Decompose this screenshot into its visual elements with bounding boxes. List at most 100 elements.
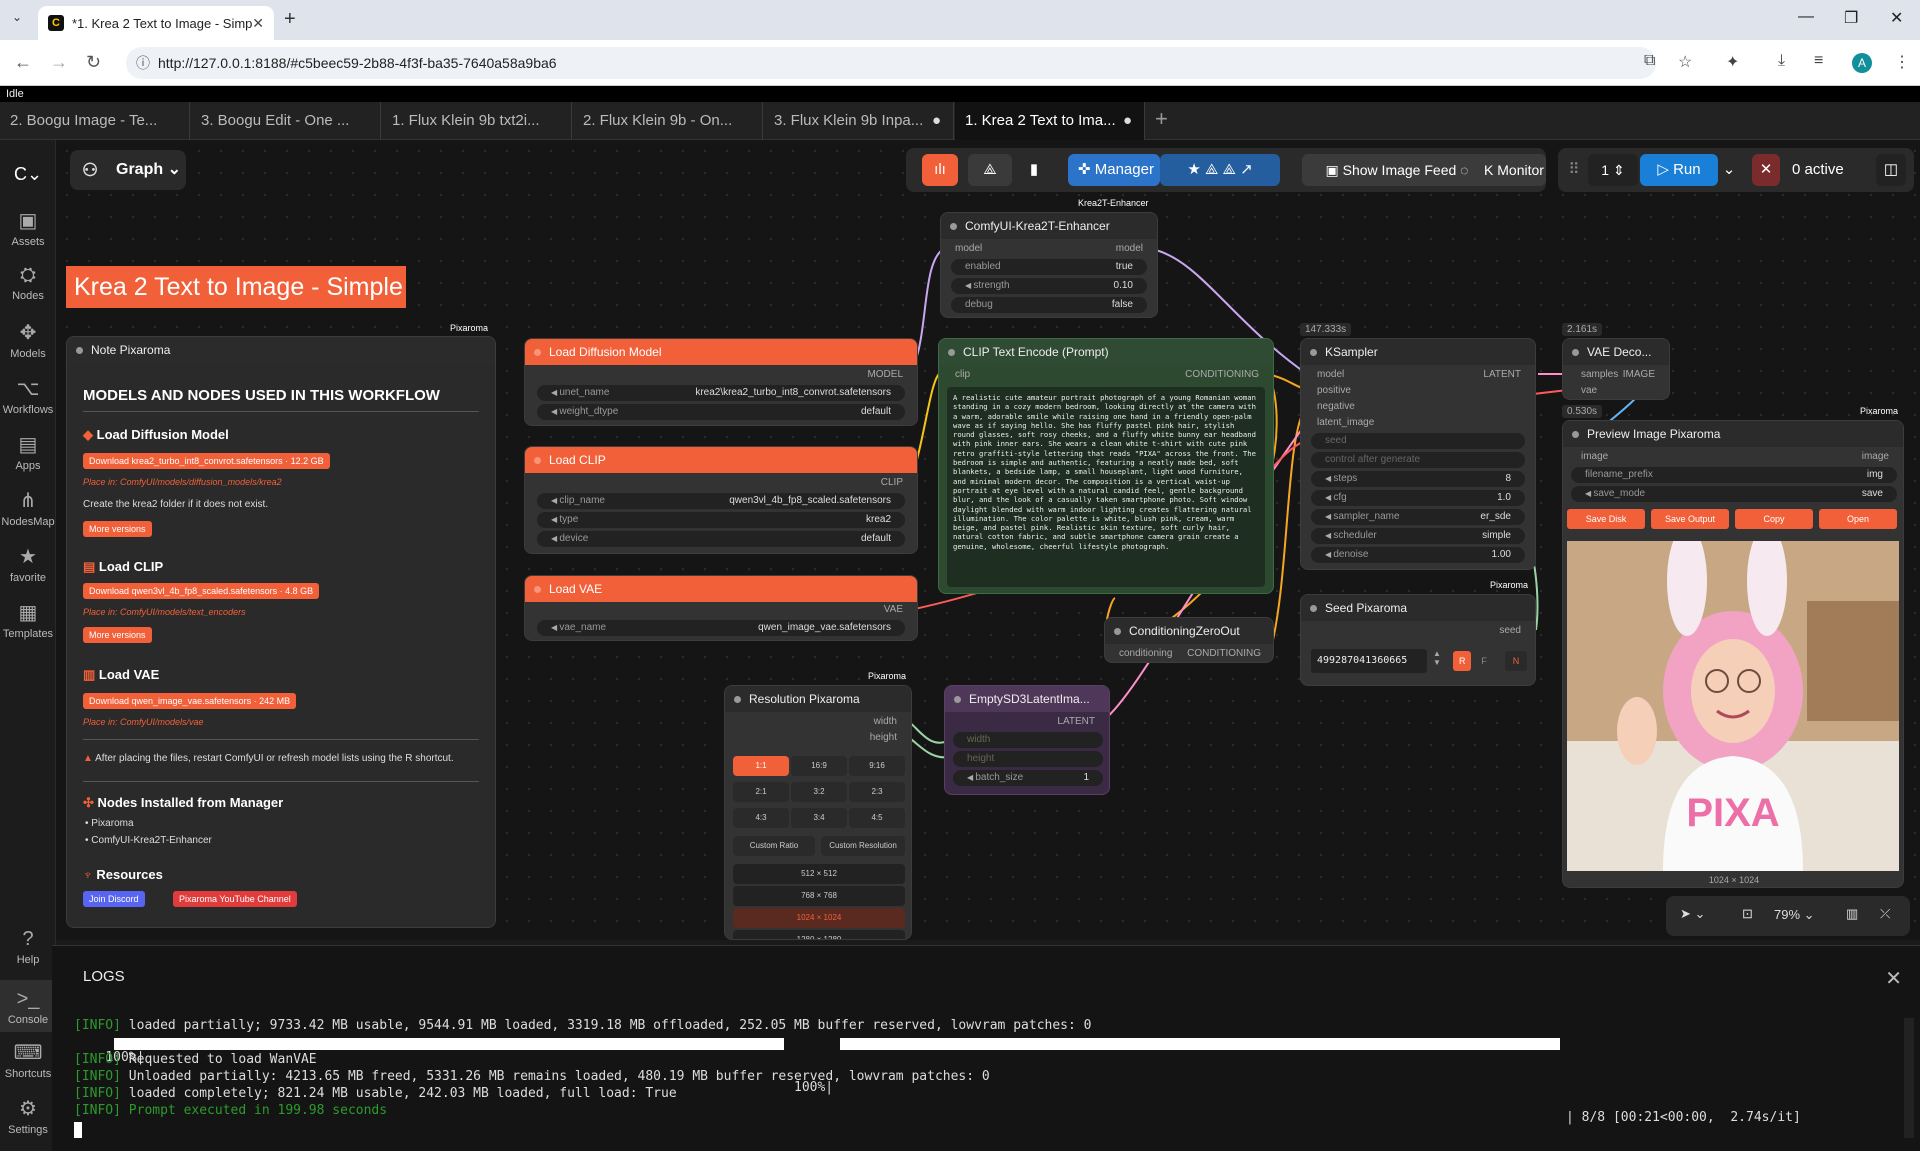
clip-name-select[interactable]: clip_name qwen3vl_4b_fp8_scaled.safetenso… bbox=[537, 493, 905, 509]
graph-mode-button[interactable]: ⚇ Graph ⌄ bbox=[70, 150, 186, 190]
youtube-button[interactable]: Pixaroma YouTube Channel bbox=[173, 891, 297, 907]
ksampler-node[interactable]: KSampler LATENT model positive negative … bbox=[1300, 338, 1536, 570]
more-versions-button[interactable]: More versions bbox=[83, 521, 152, 537]
download-clip-button[interactable]: Download qwen3vl_4b_fp8_scaled.safetenso… bbox=[83, 583, 320, 599]
unet-name-select[interactable]: unet_name krea2\krea2_turbo_int8_convrot.… bbox=[537, 385, 905, 401]
vae-name-select[interactable]: vae_name qwen_image_vae.safetensors bbox=[537, 620, 905, 636]
fixed-seed-button[interactable]: F bbox=[1475, 651, 1493, 671]
seed-widget[interactable]: seed bbox=[1311, 433, 1525, 449]
open-button[interactable]: Open bbox=[1819, 509, 1897, 529]
join-discord-button[interactable]: Join Discord bbox=[83, 891, 145, 907]
output-model[interactable]: MODEL bbox=[867, 369, 903, 380]
input-image[interactable]: image bbox=[1581, 451, 1608, 462]
prompt-textarea[interactable]: A realistic cute amateur portrait photog… bbox=[947, 387, 1265, 587]
clip-device-select[interactable]: device default bbox=[537, 531, 905, 547]
empty-latent-node[interactable]: EmptySD3LatentIma... LATENT width height… bbox=[944, 685, 1110, 795]
manager-button[interactable]: ✜ Manager bbox=[1068, 154, 1160, 186]
fit-view-icon[interactable]: ⊡ bbox=[1742, 906, 1753, 922]
pixaroma-icon[interactable]: ⟁ bbox=[968, 154, 1012, 186]
scheduler-select[interactable]: scheduler simple bbox=[1311, 528, 1525, 544]
output-vae[interactable]: VAE bbox=[884, 604, 903, 615]
output-latent[interactable]: LATENT bbox=[1057, 716, 1095, 727]
control-after-generate[interactable]: control after generate bbox=[1311, 452, 1525, 468]
output-conditioning[interactable]: CONDITIONING bbox=[1187, 648, 1261, 659]
logs-scrollbar[interactable] bbox=[1904, 1018, 1914, 1138]
weight-dtype-select[interactable]: weight_dtype default bbox=[537, 404, 905, 420]
preview-image-node[interactable]: Preview Image Pixaroma image image filen… bbox=[1562, 420, 1904, 888]
custom-resolution-button[interactable]: Custom Resolution bbox=[821, 836, 905, 856]
ratio-1-1[interactable]: 1:1 bbox=[733, 756, 789, 776]
ratio-2-3[interactable]: 2:3 bbox=[849, 782, 905, 802]
run-button[interactable]: ▷ Run bbox=[1640, 154, 1718, 186]
clip-text-encode-node[interactable]: CLIP Text Encode (Prompt) clip CONDITION… bbox=[938, 338, 1274, 594]
output-width[interactable]: width bbox=[874, 716, 897, 727]
output-seed[interactable]: seed bbox=[1499, 625, 1521, 636]
size-option[interactable]: 1280 × 1280 bbox=[733, 930, 905, 939]
monitor-button[interactable]: K Monitor bbox=[1482, 154, 1546, 186]
clip-type-select[interactable]: type krea2 bbox=[537, 512, 905, 528]
random-seed-button[interactable]: R bbox=[1453, 651, 1471, 671]
output-conditioning[interactable]: CONDITIONING bbox=[1185, 369, 1259, 380]
input-model[interactable]: model bbox=[1317, 369, 1344, 380]
copy-button[interactable]: Copy bbox=[1735, 509, 1813, 529]
minimap-icon[interactable]: ▥ bbox=[1846, 906, 1858, 922]
input-samples[interactable]: samples bbox=[1581, 369, 1618, 380]
seed-value-input[interactable]: 499287041360665 bbox=[1311, 649, 1427, 673]
panel-toggle-icon[interactable]: ◫ bbox=[1876, 154, 1906, 186]
preview-image[interactable]: PIXA bbox=[1567, 541, 1899, 871]
krea2t-enhancer-node[interactable]: ComfyUI-Krea2T-Enhancer model model enab… bbox=[940, 212, 1158, 318]
select-tool-icon[interactable]: ➤ ⌄ bbox=[1680, 906, 1705, 922]
ratio-16-9[interactable]: 16:9 bbox=[791, 756, 847, 776]
ratio-2-1[interactable]: 2:1 bbox=[733, 782, 789, 802]
cfg-widget[interactable]: cfg 1.0 bbox=[1311, 490, 1525, 506]
output-height[interactable]: height bbox=[870, 732, 897, 743]
new-seed-button[interactable]: N bbox=[1505, 651, 1527, 671]
size-option-selected[interactable]: 1024 × 1024 bbox=[733, 908, 905, 928]
height-widget[interactable]: height bbox=[953, 751, 1103, 767]
width-widget[interactable]: width bbox=[953, 732, 1103, 748]
output-latent[interactable]: LATENT bbox=[1483, 369, 1521, 380]
note-pixaroma-node[interactable]: Note Pixaroma MODELS AND NODES USED IN T… bbox=[66, 336, 496, 928]
ratio-3-4[interactable]: 3:4 bbox=[791, 808, 847, 828]
load-diffusion-model-node[interactable]: Load Diffusion Model MODEL unet_name krea… bbox=[524, 338, 918, 426]
ratio-4-3[interactable]: 4:3 bbox=[733, 808, 789, 828]
run-options-chevron-icon[interactable]: ⌄ bbox=[1720, 154, 1738, 186]
bookmark-icon[interactable]: ▮ bbox=[1018, 154, 1050, 186]
input-negative[interactable]: negative bbox=[1317, 401, 1355, 412]
active-queue-count[interactable]: 0 active bbox=[1786, 154, 1866, 186]
size-option[interactable]: 768 × 768 bbox=[733, 886, 905, 906]
show-image-feed-button[interactable]: ▣ Show Image Feed ◌ bbox=[1302, 154, 1492, 186]
ratio-3-2[interactable]: 3:2 bbox=[791, 782, 847, 802]
seed-pixaroma-node[interactable]: Seed Pixaroma seed 499287041360665 ▲ ▼ R … bbox=[1300, 594, 1536, 686]
output-image[interactable]: IMAGE bbox=[1623, 369, 1655, 380]
output-clip[interactable]: CLIP bbox=[881, 477, 903, 488]
input-conditioning[interactable]: conditioning bbox=[1119, 648, 1172, 659]
denoise-widget[interactable]: denoise 1.00 bbox=[1311, 547, 1525, 563]
download-diffusion-button[interactable]: Download krea2_turbo_int8_convrot.safete… bbox=[83, 453, 330, 469]
seed-stepper-icon[interactable]: ▲ ▼ bbox=[1433, 649, 1441, 667]
save-output-button[interactable]: Save Output bbox=[1651, 509, 1729, 529]
custom-ratio-button[interactable]: Custom Ratio bbox=[733, 836, 815, 856]
audio-icon[interactable]: ılı bbox=[922, 154, 958, 186]
sampler-select[interactable]: sampler_name er_sde bbox=[1311, 509, 1525, 525]
size-option[interactable]: 512 × 512 bbox=[733, 864, 905, 884]
save-disk-button[interactable]: Save Disk bbox=[1567, 509, 1645, 529]
strength-slider[interactable]: strength 0.10 bbox=[951, 278, 1147, 294]
input-positive[interactable]: positive bbox=[1317, 385, 1351, 396]
output-model[interactable]: model bbox=[1116, 243, 1143, 254]
load-clip-node[interactable]: Load CLIP CLIP clip_name qwen3vl_4b_fp8_s… bbox=[524, 446, 918, 554]
ratio-4-5[interactable]: 4:5 bbox=[849, 808, 905, 828]
drag-handle-icon[interactable]: ⠿ bbox=[1566, 154, 1582, 186]
batch-size-widget[interactable]: batch_size 1 bbox=[953, 770, 1103, 786]
batch-count-input[interactable]: 1 ⇕ bbox=[1588, 154, 1638, 186]
zoom-level[interactable]: 79% ⌄ bbox=[1774, 907, 1815, 923]
more-versions-button[interactable]: More versions bbox=[83, 627, 152, 643]
input-vae[interactable]: vae bbox=[1581, 385, 1597, 396]
manager-tools[interactable]: ★ ⟁ ⟁ ↗ bbox=[1160, 154, 1280, 186]
save-mode-select[interactable]: save_mode save bbox=[1571, 486, 1897, 502]
steps-widget[interactable]: steps 8 bbox=[1311, 471, 1525, 487]
resolution-pixaroma-node[interactable]: Resolution Pixaroma width height 1:1 16:… bbox=[724, 685, 912, 940]
ratio-9-16[interactable]: 9:16 bbox=[849, 756, 905, 776]
download-vae-button[interactable]: Download qwen_image_vae.safetensors · 24… bbox=[83, 693, 297, 709]
conditioning-zero-out-node[interactable]: ConditioningZeroOut conditioning CONDITI… bbox=[1104, 617, 1274, 663]
